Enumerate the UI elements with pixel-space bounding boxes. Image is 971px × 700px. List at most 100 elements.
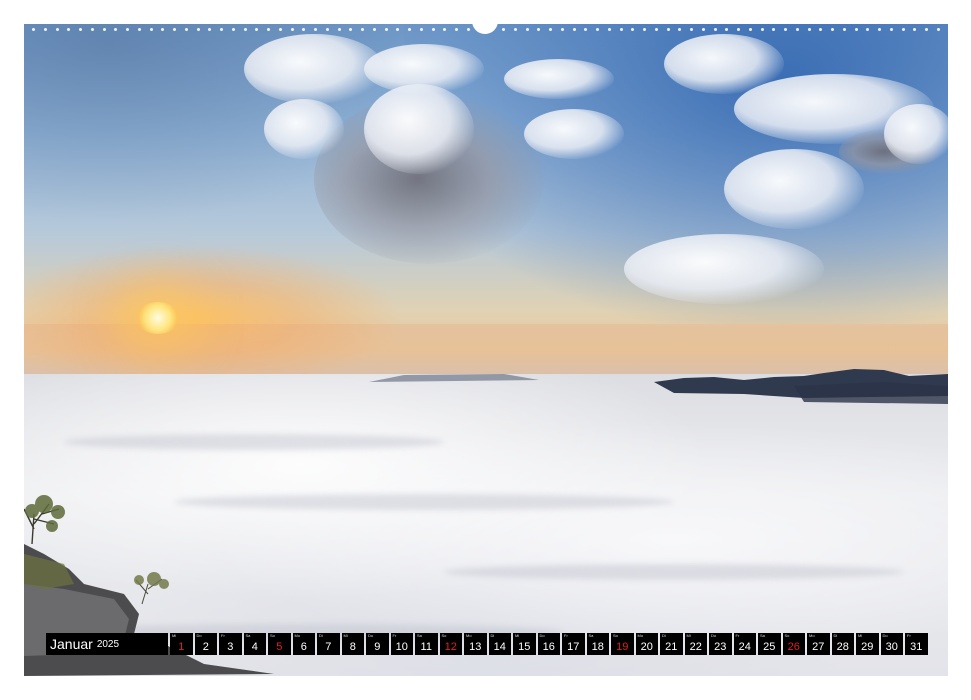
binding-hole (384, 27, 388, 31)
binding-hole (925, 27, 928, 31)
day-cell: Mo 20 (635, 633, 658, 655)
binding-hole (807, 27, 811, 31)
binding-hole (831, 27, 834, 31)
day-number: 15 (518, 641, 531, 653)
day-cell: Do 2 (194, 633, 217, 655)
binding-hole (619, 27, 623, 31)
binding-hole (419, 27, 423, 31)
binding-hole (126, 27, 129, 31)
day-cell: Di 21 (660, 633, 683, 655)
binding-hole (372, 27, 376, 31)
island-shadow (794, 382, 948, 404)
day-number: 14 (493, 641, 506, 653)
day-number: 21 (665, 641, 678, 653)
binding-hole (278, 27, 282, 31)
binding-hole (795, 27, 799, 31)
weekday-label: Mo (637, 633, 644, 638)
binding-hole (255, 27, 259, 31)
day-cell: Mo 13 (464, 633, 487, 655)
day-number: 5 (276, 641, 283, 653)
day-cell: Mi 1 (170, 633, 193, 655)
binding-hole (431, 27, 435, 31)
calendar-photo (24, 24, 948, 676)
day-cell: Do 9 (366, 633, 389, 655)
day-number: 10 (395, 641, 408, 653)
binding-hole (878, 27, 881, 31)
weekday-label: Mo (294, 633, 301, 638)
month-name: Januar (50, 636, 93, 652)
day-number: 27 (812, 641, 825, 653)
binding-hole (572, 27, 576, 31)
binding-hole (102, 27, 106, 31)
binding-hole (267, 27, 270, 31)
day-cell: Di 28 (831, 633, 854, 655)
weekday-label: Do (711, 633, 717, 638)
weekday-label: So (441, 633, 447, 638)
day-cell: Mi 29 (856, 633, 879, 655)
binding-hole (502, 27, 505, 31)
binding-hole (584, 27, 588, 31)
binding-hole (596, 27, 599, 31)
weekday-label: Mi (343, 633, 348, 638)
binding-hole (713, 27, 717, 31)
day-number: 8 (349, 641, 356, 653)
weekday-label: Di (833, 633, 838, 638)
weekday-label: Sa (417, 633, 422, 638)
binding-hole (678, 27, 682, 31)
binding-hole (32, 27, 35, 31)
day-number: 19 (616, 641, 629, 653)
weekday-label: Mo (809, 633, 815, 638)
weekday-label: Fr (907, 633, 911, 638)
day-cell: Do 30 (880, 633, 903, 655)
day-number: 23 (714, 641, 727, 653)
binding-hole (631, 27, 635, 31)
binding-hole (314, 27, 317, 31)
day-number: 24 (738, 641, 751, 653)
binding-hole (67, 27, 71, 31)
day-cell: Do 16 (537, 633, 560, 655)
weekday-label: So (784, 633, 790, 638)
binding-hole (842, 27, 846, 31)
binding-hole (866, 27, 870, 31)
day-cell: Fr 17 (562, 633, 585, 655)
binding-hole (161, 27, 165, 31)
day-cell: Fr 31 (905, 633, 928, 655)
weekday-label: Sa (245, 633, 251, 638)
day-number: 1 (178, 641, 185, 653)
binding-hole (643, 27, 646, 31)
day-cells: Mi 1 Do 2 Fr 3 Sa 4 So 5 Mo 6 Di 7 Mi 8 Do 9 Fr 10 Sa 11 So 12 M… (170, 633, 930, 655)
binding-hole (760, 27, 764, 31)
weekday-label: Do (196, 633, 202, 638)
weekday-label: So (270, 633, 275, 638)
day-number: 12 (444, 641, 457, 653)
weekday-label: Mi (858, 633, 863, 638)
binding-hole (854, 27, 858, 31)
day-number: 29 (861, 641, 874, 653)
binding-hole (549, 27, 552, 31)
binding-hole (137, 27, 141, 31)
binding-hole (361, 27, 364, 31)
binding-hole (443, 27, 447, 31)
weekday-label: Di (662, 633, 666, 638)
binding-hole (220, 27, 223, 31)
day-number: 30 (885, 641, 898, 653)
binding-hole (290, 27, 294, 31)
binding-hole (772, 27, 776, 31)
binding-hole (513, 27, 517, 31)
binding-hole (819, 27, 823, 31)
distant-ridge (369, 374, 539, 382)
day-number: 22 (689, 641, 702, 653)
weekday-label: Do (539, 633, 545, 638)
day-number: 4 (251, 641, 258, 653)
binding-hole (302, 27, 306, 31)
day-cell: Mi 8 (341, 633, 364, 655)
weekday-label: Fr (564, 633, 568, 638)
day-number: 16 (542, 641, 555, 653)
binding-hole (889, 27, 893, 31)
binding-hole (701, 27, 705, 31)
day-number: 2 (202, 641, 209, 653)
binding-hole (560, 27, 564, 31)
day-number: 9 (374, 641, 381, 653)
binding-hole (79, 27, 82, 31)
day-cell: Sa 4 (243, 633, 266, 655)
